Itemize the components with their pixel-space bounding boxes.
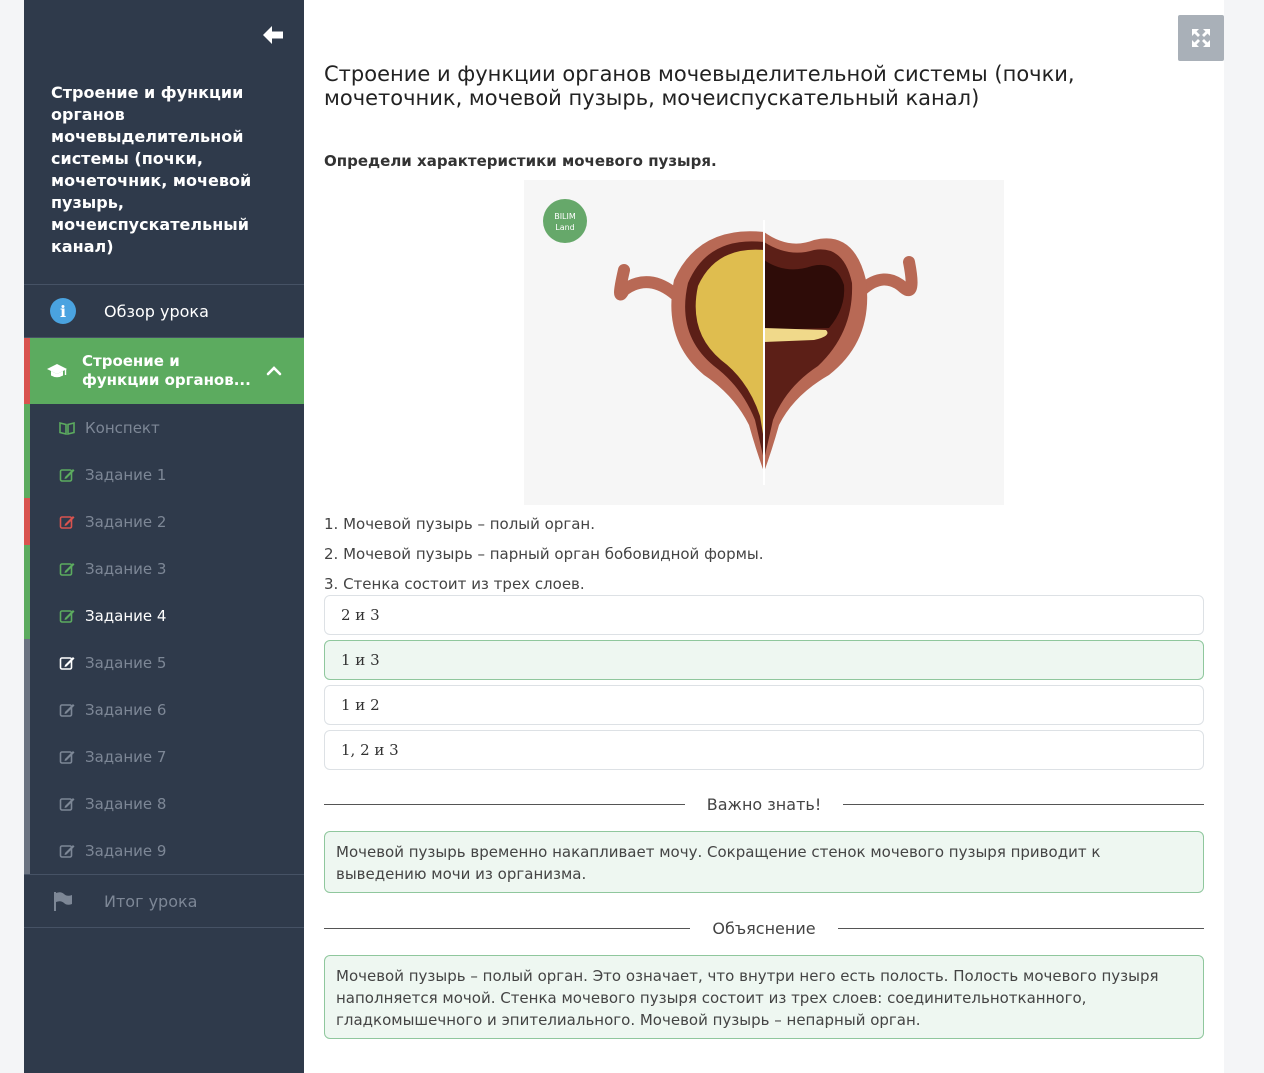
chevron-up-icon[interactable] (266, 363, 282, 379)
answer-option-label: 1 и 2 (341, 696, 380, 714)
sidebar-item-label: Задание 6 (85, 700, 167, 719)
important-box: Мочевой пузырь временно накапливает мочу… (324, 831, 1204, 893)
sidebar: Строение и функции органов мочевыделител… (24, 0, 304, 1073)
status-stripe (24, 545, 30, 592)
sidebar-item-task-2[interactable]: Задание 2 (24, 498, 304, 545)
status-stripe (24, 827, 30, 874)
important-heading: Важно знать! (706, 794, 822, 814)
explanation-divider: Объяснение (324, 918, 1205, 938)
sidebar-item-label: Задание 3 (85, 559, 167, 578)
logo-text-1: BILIM (554, 212, 576, 221)
answer-option[interactable]: 2 и 3 (324, 595, 1204, 635)
info-icon: i (50, 298, 76, 324)
statement-number: 1. (324, 515, 339, 533)
statement-number: 2. (324, 545, 339, 563)
explanation-box: Мочевой пузырь – полый орган. Это означа… (324, 955, 1204, 1039)
sidebar-item-task-6[interactable]: Задание 6 (24, 686, 304, 733)
sidebar-item-summary[interactable]: Итог урока (24, 875, 304, 927)
graduation-cap-icon (47, 364, 67, 378)
sidebar-item-label: Обзор урока (104, 301, 209, 321)
important-divider: Важно знать! (324, 794, 1204, 814)
sidebar-item-label: Задание 5 (85, 653, 167, 672)
sidebar-item-task-3[interactable]: Задание 3 (24, 545, 304, 592)
sidebar-item-label: Задание 1 (85, 465, 167, 484)
answer-option-label: 1, 2 и 3 (341, 741, 399, 759)
edit-icon (59, 703, 75, 717)
book-icon (59, 421, 75, 435)
sidebar-item-label: Конспект (85, 418, 160, 437)
edit-icon (59, 609, 75, 623)
statement-1: 1. Мочевой пузырь – полый орган. (324, 514, 764, 544)
sidebar-section-current[interactable]: Строение и функции органов... (24, 338, 304, 404)
edit-icon (59, 515, 75, 529)
edit-icon (59, 750, 75, 764)
sidebar-item-task-0[interactable]: Конспект (24, 404, 304, 451)
divider (24, 927, 304, 928)
sidebar-item-label: Задание 4 (85, 606, 167, 625)
sidebar-item-task-5[interactable]: Задание 5 (24, 639, 304, 686)
sidebar-item-label: Задание 7 (85, 747, 167, 766)
statement-text: Мочевой пузырь – полый орган. (338, 515, 596, 533)
status-stripe (24, 733, 30, 780)
divider-line (324, 803, 685, 805)
status-stripe (24, 498, 30, 545)
edit-icon (59, 562, 75, 576)
logo-text-2: Land (555, 223, 575, 232)
status-stripe (24, 451, 30, 498)
sidebar-section-label: Строение и функции органов... (82, 352, 251, 389)
answer-option[interactable]: 1, 2 и 3 (324, 730, 1204, 770)
answer-option[interactable]: 1 и 2 (324, 685, 1204, 725)
status-stripe (24, 592, 30, 639)
sidebar-item-task-1[interactable]: Задание 1 (24, 451, 304, 498)
divider-line (837, 927, 1205, 929)
statement-text: Стенка состоит из трех слоев. (338, 575, 585, 593)
fullscreen-button[interactable] (1178, 15, 1224, 61)
lesson-title: Строение и функции органов мочевыделител… (51, 83, 252, 256)
answer-options: 2 и 3 1 и 3 1 и 2 1, 2 и 3 (324, 595, 1204, 775)
flag-icon (54, 892, 72, 911)
answer-option-label: 1 и 3 (341, 651, 380, 669)
sidebar-item-task-7[interactable]: Задание 7 (24, 733, 304, 780)
status-stripe (24, 686, 30, 733)
sidebar-item-label: Задание 8 (85, 794, 167, 813)
sidebar-item-label: Задание 9 (85, 841, 167, 860)
answer-option-correct[interactable]: 1 и 3 (324, 640, 1204, 680)
statement-number: 3. (324, 575, 339, 593)
status-stripe (24, 639, 30, 686)
status-stripe (24, 780, 30, 827)
statement-text: Мочевой пузырь – парный орган бобовидной… (338, 545, 764, 563)
edit-icon (59, 656, 75, 670)
expand-icon (1192, 29, 1210, 47)
divider-line (843, 803, 1204, 805)
sidebar-item-task-8[interactable]: Задание 8 (24, 780, 304, 827)
page-title: Строение и функции органов мочевыделител… (324, 62, 1075, 110)
answer-option-label: 2 и 3 (341, 606, 380, 624)
edit-icon (59, 468, 75, 482)
sidebar-item-task-4[interactable]: Задание 4 (24, 592, 304, 639)
status-stripe (24, 404, 30, 451)
bladder-illustration: BILIM Land (524, 180, 1004, 505)
status-stripe (24, 338, 30, 404)
edit-icon (59, 844, 75, 858)
question-text: Определи характеристики мочевого пузыря. (324, 152, 717, 170)
edit-icon (59, 797, 75, 811)
statement-list: 1. Мочевой пузырь – полый орган. 2. Моче… (324, 514, 764, 604)
sidebar-item-overview[interactable]: i Обзор урока (24, 285, 304, 337)
sidebar-item-task-9[interactable]: Задание 9 (24, 827, 304, 874)
divider-line (324, 927, 691, 929)
explanation-heading: Объяснение (712, 918, 816, 938)
statement-2: 2. Мочевой пузырь – парный орган бобовид… (324, 544, 764, 574)
arrow-left-icon[interactable] (260, 22, 286, 48)
main-content: Строение и функции органов мочевыделител… (304, 0, 1224, 1073)
sidebar-item-label: Итог урока (104, 891, 198, 911)
sidebar-item-label: Задание 2 (85, 512, 167, 531)
